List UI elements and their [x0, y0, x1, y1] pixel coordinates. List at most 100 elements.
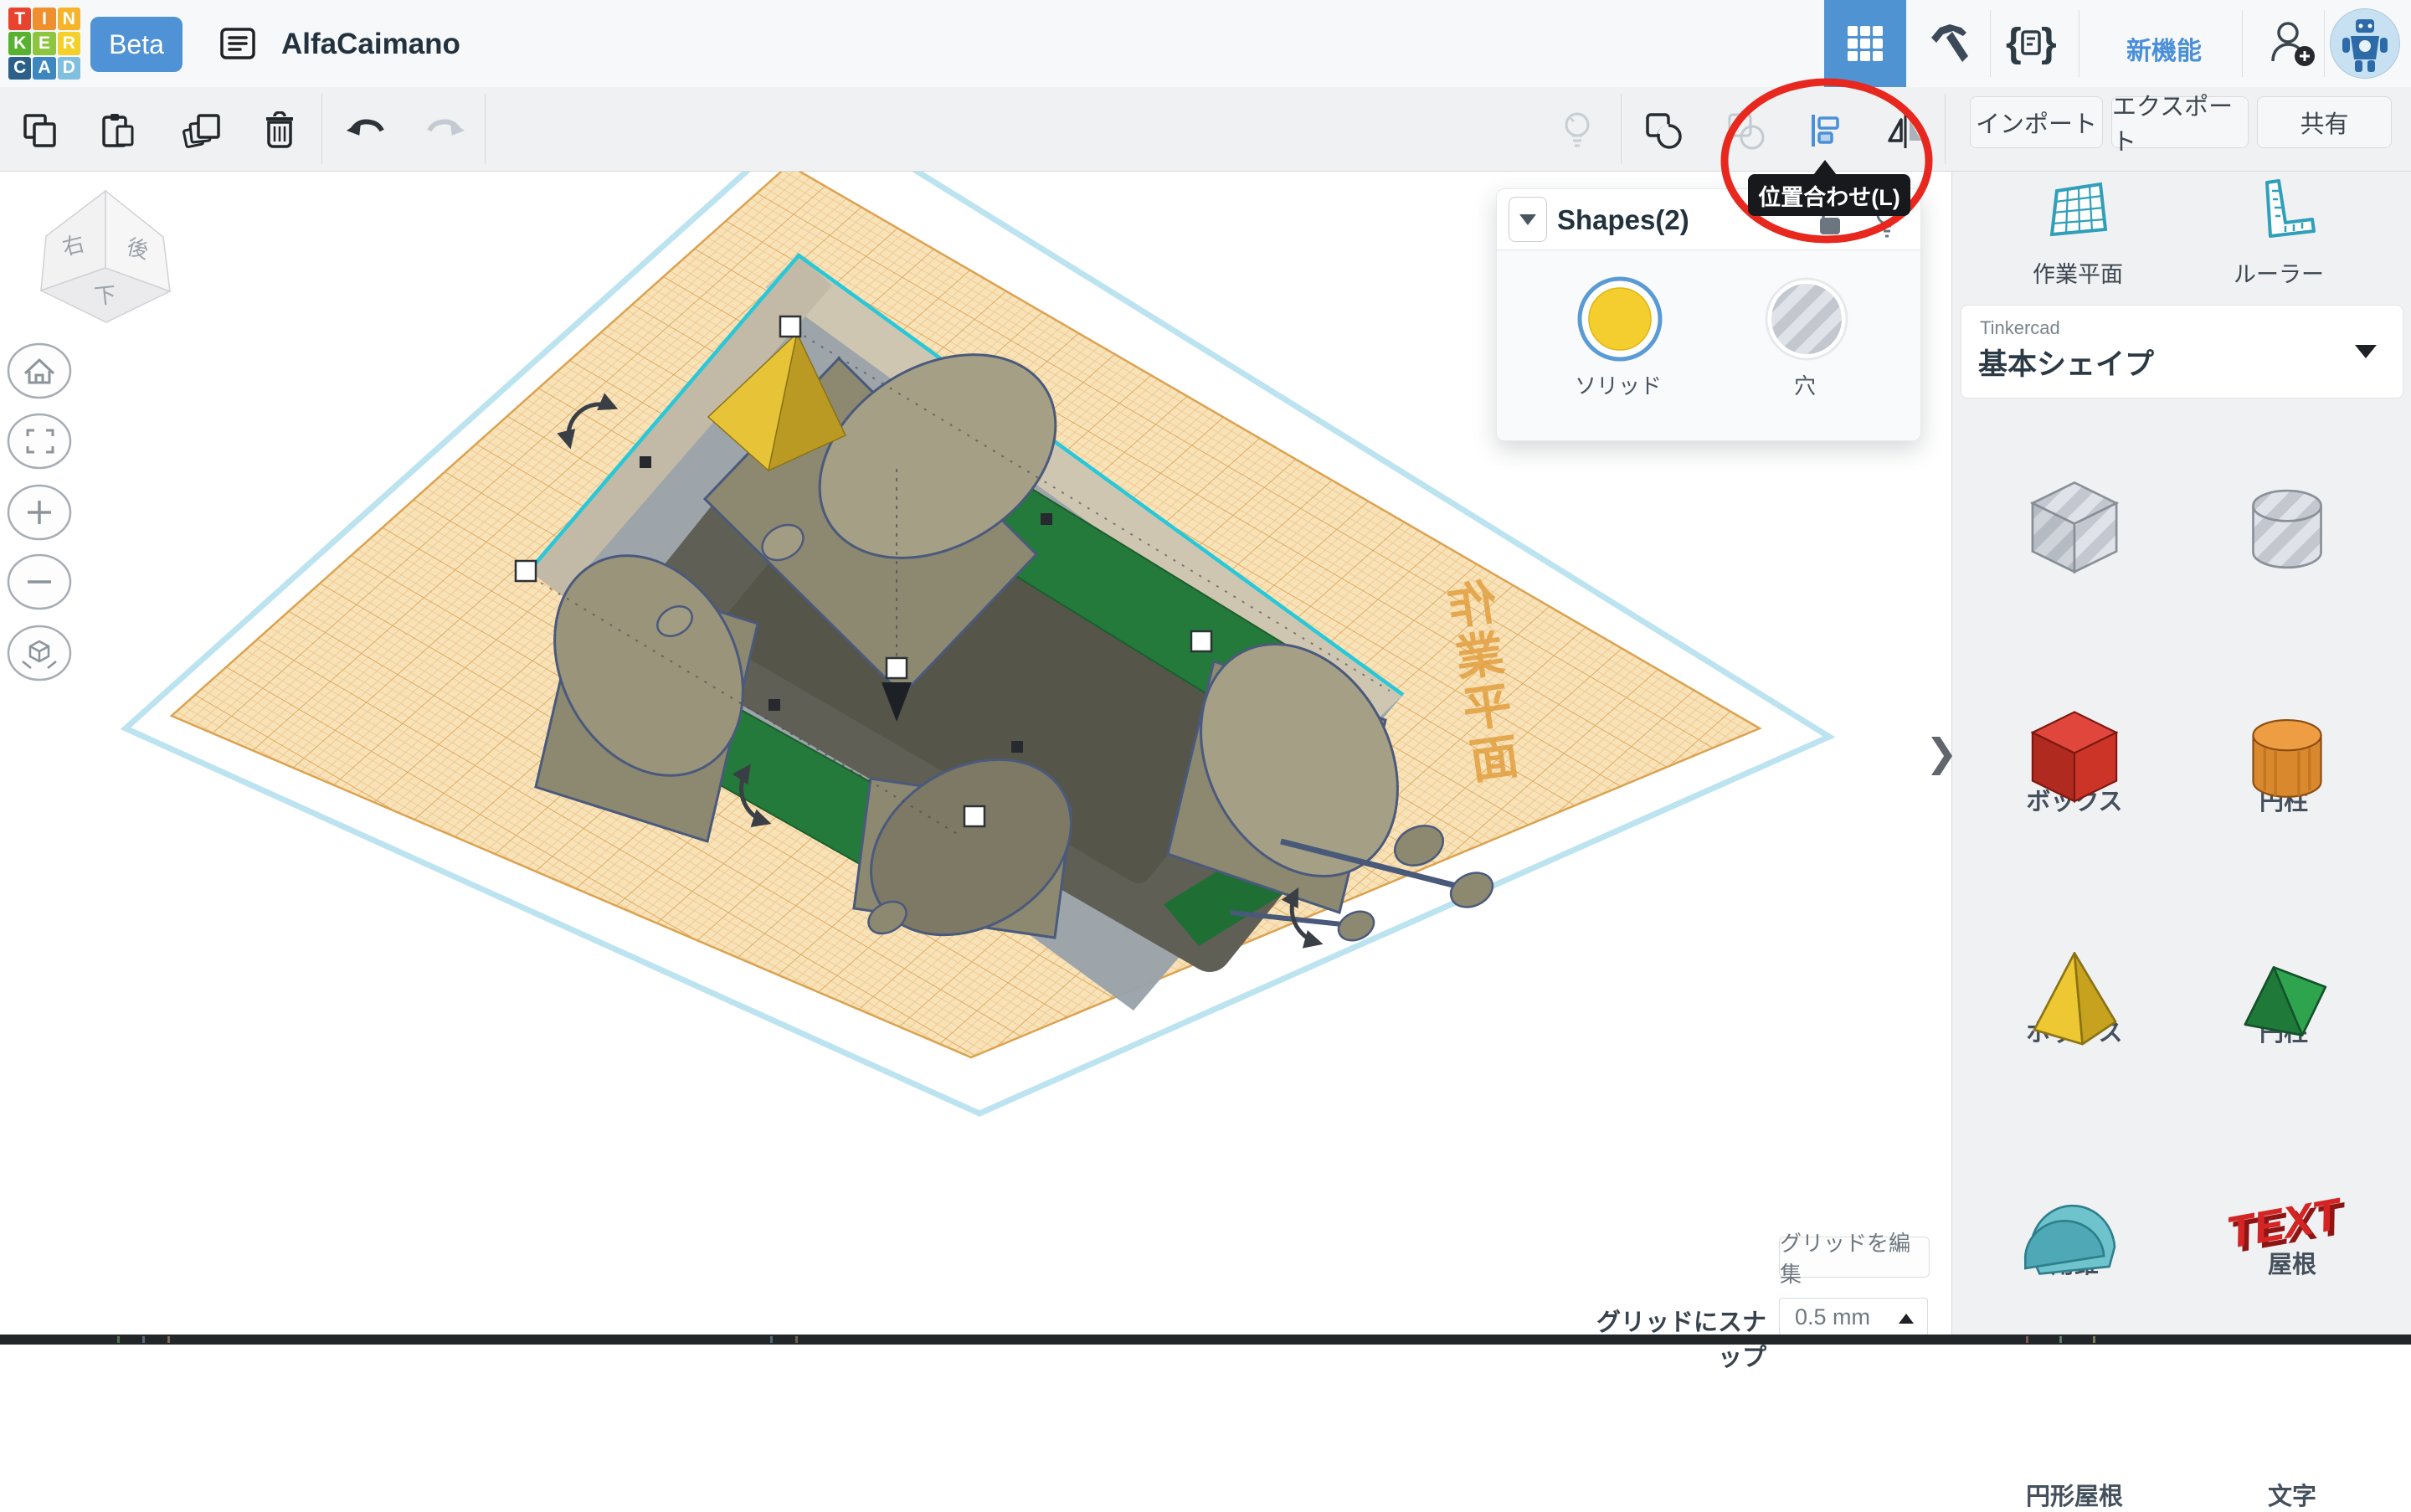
text-shape-thumb: TEXT TEXT — [2220, 1157, 2354, 1299]
avatar[interactable] — [2330, 8, 2400, 79]
copy-icon — [21, 111, 59, 150]
shape-tile-roof[interactable] — [2220, 931, 2354, 1073]
workplane-tool[interactable] — [2049, 179, 2109, 247]
new-features-link[interactable]: 新機能 — [2110, 30, 2218, 67]
zoom-in-button[interactable] — [8, 486, 70, 539]
hole-cylinder-thumb — [2220, 459, 2354, 601]
view-cube[interactable]: 右 後 下 — [41, 191, 170, 322]
bottom-shortcut-bar — [0, 1335, 2411, 1345]
snap-grid-select[interactable]: 0.5 mm — [1779, 1298, 1928, 1337]
redo-button[interactable] — [426, 111, 466, 151]
shape-generator-hint-button[interactable] — [1557, 111, 1597, 151]
shape-tile-hole-box[interactable] — [2007, 459, 2141, 601]
ruler-icon — [2252, 177, 2316, 244]
delete-button[interactable] — [260, 111, 300, 151]
collapse-panel-button[interactable] — [1509, 197, 1547, 242]
hole-box-thumb — [2007, 459, 2141, 601]
zoom-out-button[interactable] — [8, 555, 70, 609]
chevron-up-icon — [1899, 1314, 1914, 1324]
shape-tile-pyramid[interactable] — [2007, 931, 2141, 1073]
top-bar: T I N K E R C A D Beta AlfaCaimano — [0, 0, 2411, 88]
roof-thumb — [2220, 931, 2354, 1073]
align-tooltip: 位置合わせ(L) — [1748, 174, 1910, 216]
edit-toolbar: インポート エクスポート 共有 — [0, 87, 2411, 172]
shape-tile-label: 文字 — [2192, 1477, 2393, 1512]
logo-tile: A — [33, 57, 55, 80]
redo-arrow-icon — [426, 114, 466, 147]
shape-tile-hole-cylinder[interactable] — [2220, 459, 2354, 601]
import-button[interactable]: インポート — [1970, 96, 2103, 148]
copy-button[interactable] — [20, 111, 60, 151]
shape-tile-cylinder[interactable] — [2220, 688, 2354, 831]
chevron-down-icon — [2355, 345, 2377, 358]
ruler-tool[interactable] — [2252, 177, 2316, 249]
undo-button[interactable] — [345, 111, 385, 151]
add-person-icon — [2266, 18, 2318, 69]
share-button[interactable]: 共有 — [2257, 96, 2392, 148]
logo-tile: T — [8, 8, 31, 30]
pyramid-thumb — [2007, 931, 2141, 1073]
view-nav-buttons — [8, 344, 70, 680]
invite-user-button[interactable] — [2260, 0, 2324, 87]
library-brand: Tinkercad — [1980, 317, 2060, 339]
duplicate-button[interactable] — [182, 111, 222, 151]
paste-icon — [99, 111, 137, 150]
group-button[interactable] — [1643, 111, 1684, 151]
codeblocks-button[interactable]: { } — [1999, 0, 2063, 87]
undo-arrow-icon — [345, 114, 385, 147]
divider — [485, 94, 486, 164]
red-box-thumb — [2007, 688, 2141, 831]
divider — [2242, 10, 2243, 77]
perspective-toggle-button[interactable] — [8, 626, 70, 680]
svg-text:面: 面 — [1467, 729, 1522, 789]
divider — [2324, 10, 2325, 77]
group-icon — [1643, 111, 1684, 151]
orange-cylinder-thumb — [2220, 688, 2354, 831]
svg-text:TEXT: TEXT — [2223, 1189, 2347, 1258]
home-view-button[interactable] — [8, 344, 70, 398]
snap-grid-value: 0.5 mm — [1795, 1304, 1870, 1330]
logo-tile: C — [8, 57, 31, 80]
logo-tile: N — [58, 8, 80, 30]
code-brick-icon: { } — [2004, 19, 2058, 68]
svg-text:作: 作 — [1445, 574, 1500, 635]
logo-tile: K — [8, 32, 31, 54]
solid-option[interactable] — [1576, 275, 1663, 367]
view-cube-bottom-label: 下 — [93, 282, 117, 310]
design-title[interactable]: AlfaCaimano — [281, 28, 460, 61]
svg-text:}: } — [2041, 21, 2057, 65]
sidebar-collapse-handle[interactable]: ❯ — [1925, 730, 1958, 775]
edit-grid-button[interactable]: グリッドを編集 — [1779, 1237, 1930, 1278]
workplane-icon — [2049, 179, 2109, 243]
svg-text:{: { — [2006, 21, 2022, 65]
trash-icon — [260, 111, 299, 150]
svg-text:業: 業 — [1452, 626, 1508, 687]
shape-tile-label: 円形屋根 — [1974, 1477, 2175, 1512]
shape-tile-text[interactable]: TEXT TEXT — [2220, 1157, 2354, 1299]
logo-tile: D — [58, 57, 80, 80]
duplicate-icon — [182, 111, 222, 151]
list-icon — [218, 24, 257, 63]
robot-avatar-image — [2331, 9, 2399, 78]
design-properties-button[interactable] — [216, 0, 260, 87]
hole-swatch — [1763, 275, 1850, 363]
divider — [1990, 10, 1991, 77]
beta-badge[interactable]: Beta — [90, 17, 182, 72]
library-name: 基本シェイプ — [1978, 341, 2154, 383]
logo-tile: R — [58, 32, 80, 54]
export-button[interactable]: エクスポート — [2111, 96, 2249, 148]
solid-color-swatch — [1576, 275, 1663, 363]
tinkercad-logo[interactable]: T I N K E R C A D — [8, 8, 80, 80]
logo-tile: E — [33, 32, 55, 54]
shape-category-dropdown[interactable]: Tinkercad 基本シェイプ — [1961, 305, 2403, 399]
solid-option-label: ソリッド — [1551, 369, 1685, 400]
ruler-tool-label: ルーラー — [2195, 256, 2362, 289]
hole-option[interactable] — [1763, 275, 1850, 367]
shape-tile-box[interactable] — [2007, 688, 2141, 831]
workplane-tool-label: 作業平面 — [1994, 256, 2162, 289]
shape-tile-round-roof[interactable] — [2007, 1157, 2141, 1299]
divider — [1621, 94, 1622, 164]
paste-button[interactable] — [98, 111, 138, 151]
divider — [1945, 94, 1946, 164]
fit-view-button[interactable] — [8, 414, 70, 468]
